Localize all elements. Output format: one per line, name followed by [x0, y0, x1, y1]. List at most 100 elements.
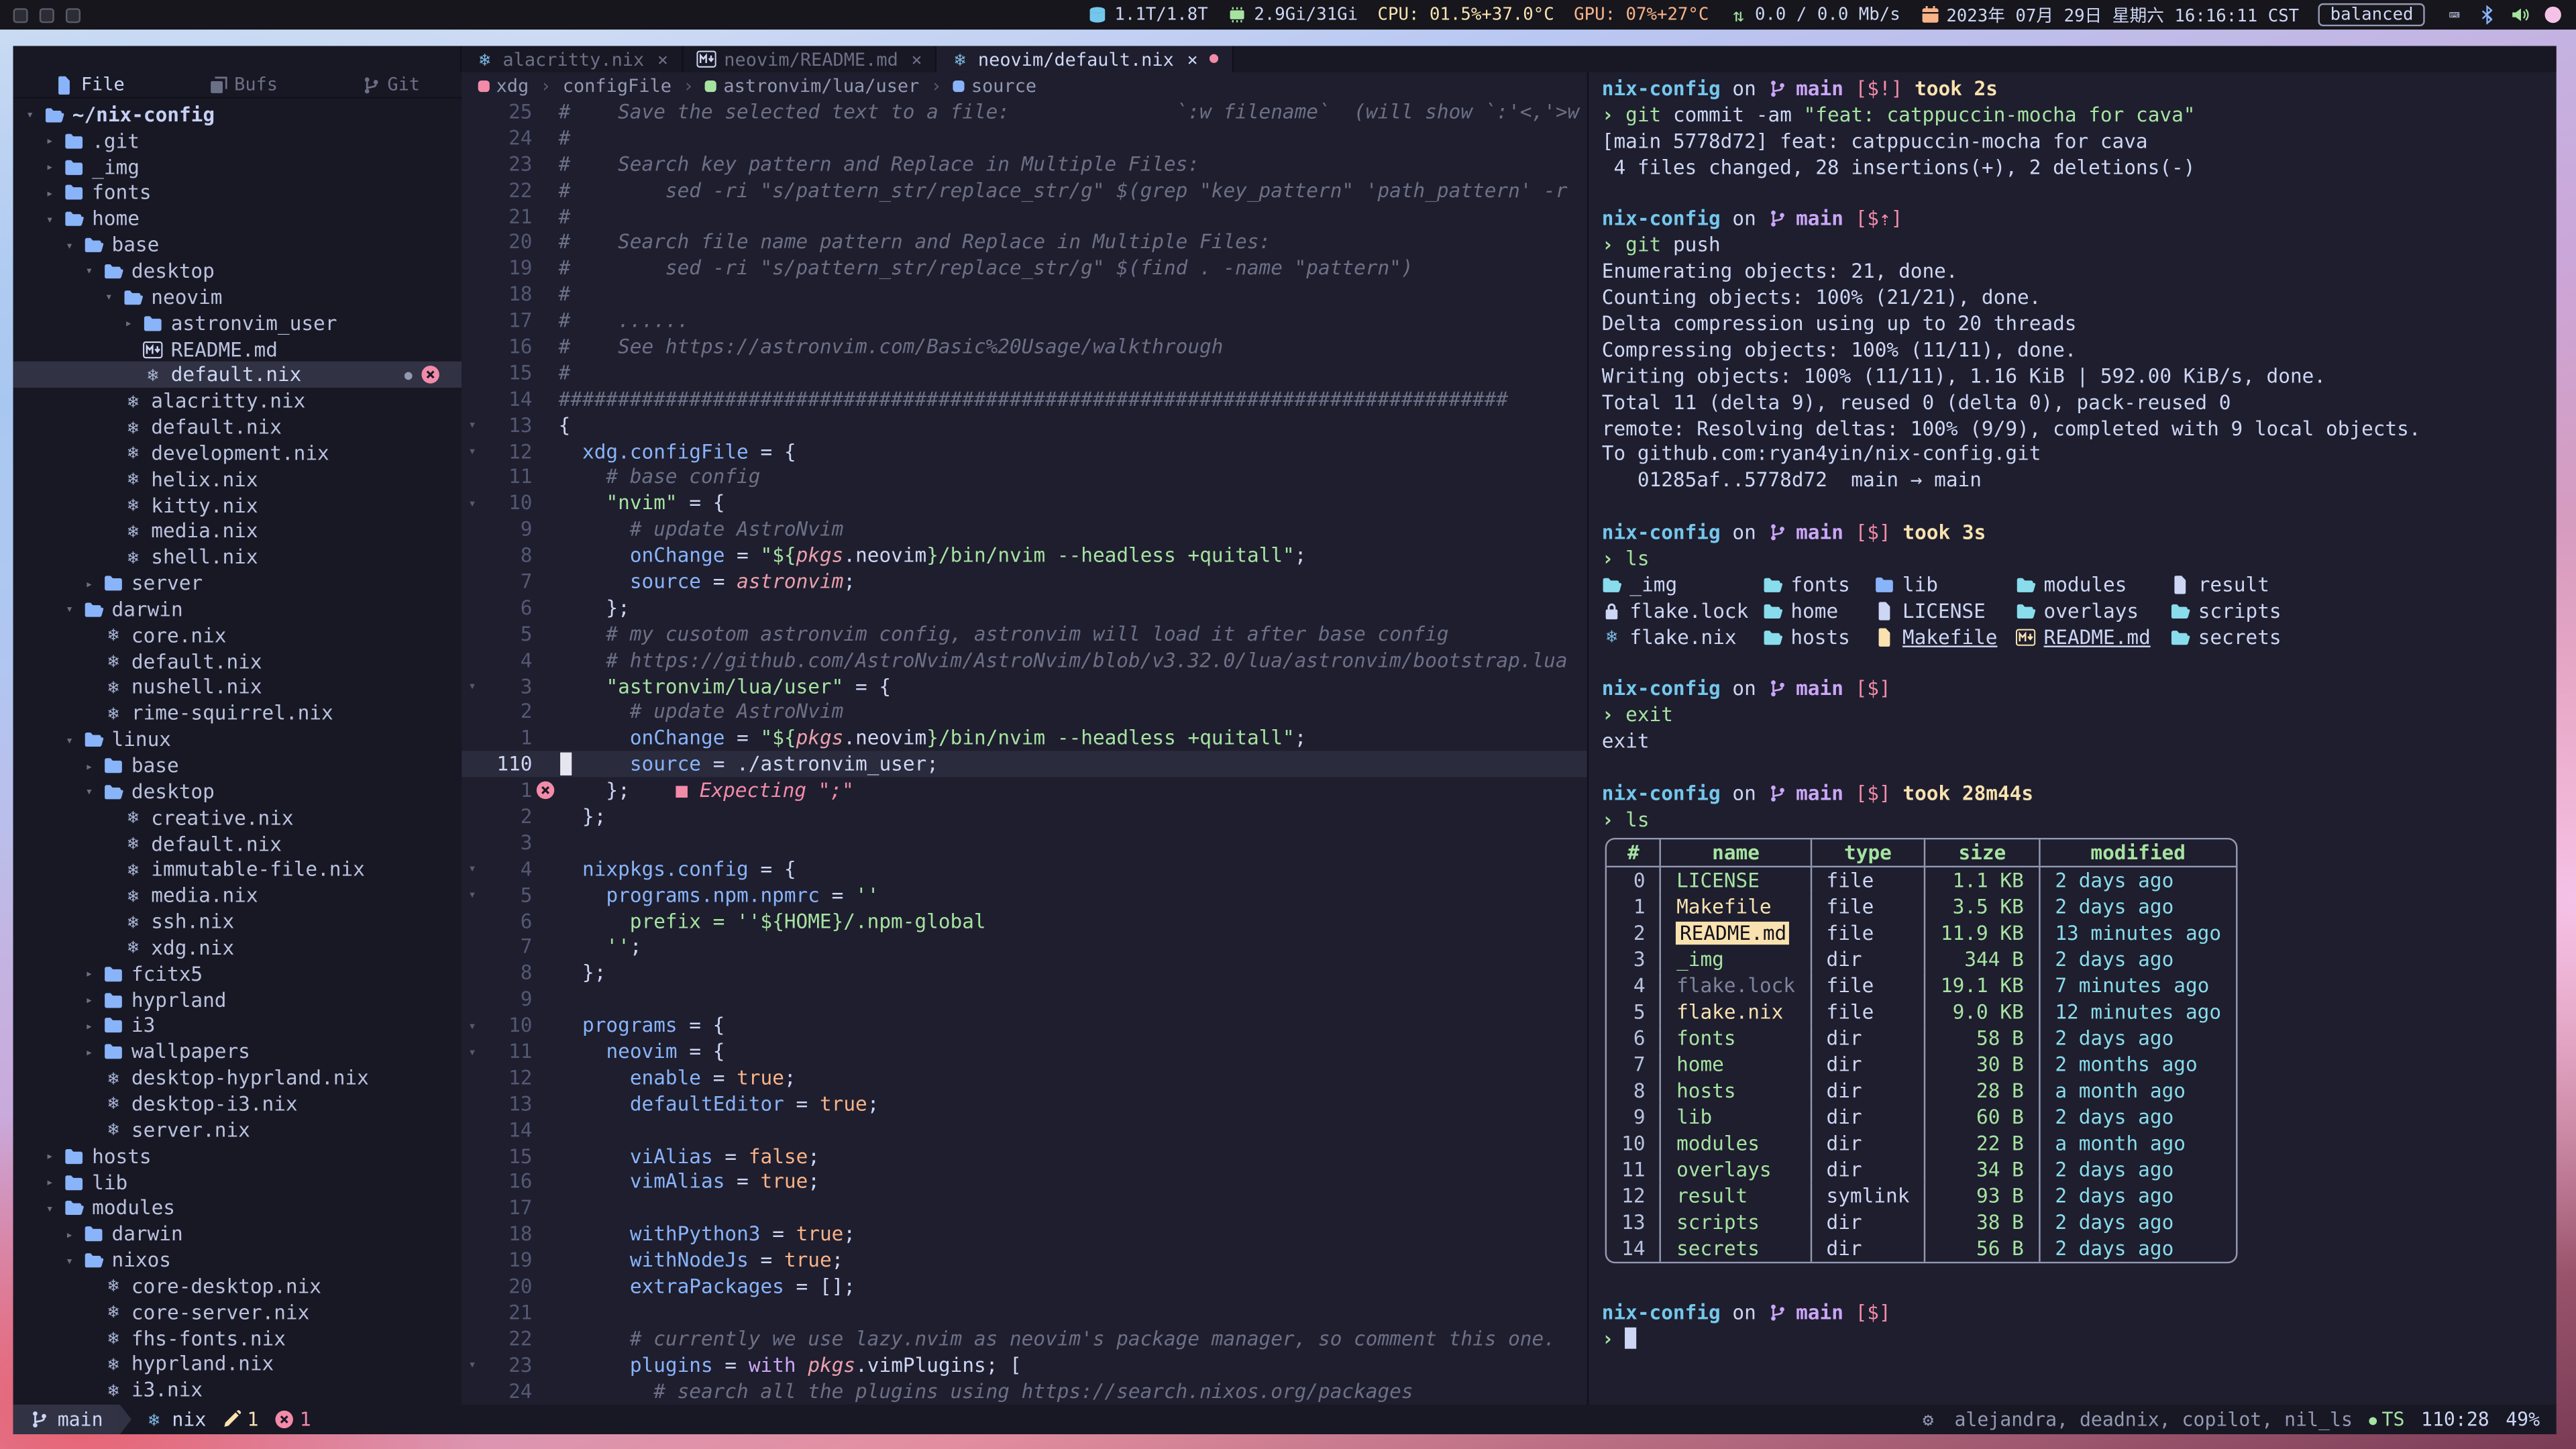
tree-item-xdg.nix[interactable]: ❄xdg.nix — [13, 934, 462, 961]
code-line[interactable]: 8 }; — [462, 960, 1587, 986]
code-line[interactable]: 14######################################… — [462, 386, 1587, 412]
close-icon[interactable]: × — [911, 48, 922, 70]
tree-item--img[interactable]: ▸_img — [13, 154, 462, 180]
tree-item-media.nix[interactable]: ❄media.nix — [13, 519, 462, 545]
code-line[interactable]: 20 extraPackages = []; — [462, 1273, 1587, 1299]
file-tree[interactable]: ▾~/nix-config▸.git▸_img▸fonts▾home▾base▾… — [13, 99, 462, 1405]
tree-tab-bufs[interactable]: Bufs — [208, 74, 278, 95]
tree-item-i3.nix[interactable]: ❄i3.nix — [13, 1377, 462, 1403]
window-button-workspace-3[interactable] — [66, 7, 80, 22]
tree-item-desktop-hyprland.nix[interactable]: ❄desktop-hyprland.nix — [13, 1065, 462, 1091]
tree-item-default.nix[interactable]: ❄default.nix — [13, 414, 462, 440]
tree-item-development.nix[interactable]: ❄development.nix — [13, 440, 462, 466]
code-line[interactable]: ▾12 xdg.configFile = { — [462, 438, 1587, 464]
tree-tab-git[interactable]: Git — [361, 74, 420, 95]
tree-item-server.nix[interactable]: ❄server.nix — [13, 1117, 462, 1143]
code-line[interactable]: 14 — [462, 1117, 1587, 1143]
code-line[interactable]: ▾5 programs.npm.npmrc = '' — [462, 881, 1587, 908]
tree-item-base[interactable]: ▾base — [13, 232, 462, 258]
chevron-right-icon[interactable]: ▸ — [46, 1148, 64, 1163]
tree-item-ssh.nix[interactable]: ❄ssh.nix — [13, 909, 462, 935]
code-line[interactable]: 4 # https://github.com/AstroNvim/AstroNv… — [462, 647, 1587, 673]
tree-item-nushell.nix[interactable]: ❄nushell.nix — [13, 674, 462, 700]
code-line[interactable]: ▾10 programs = { — [462, 1012, 1587, 1038]
code-line[interactable]: 13 defaultEditor = true; — [462, 1091, 1587, 1117]
code-line[interactable]: 24 # search all the plugins using https:… — [462, 1378, 1587, 1404]
power-profile[interactable]: balanced — [2319, 3, 2425, 26]
tree-item-default.nix[interactable]: ❄default.nix● — [13, 362, 462, 388]
git-branch-indicator[interactable]: main — [13, 1405, 119, 1434]
code-line[interactable]: 24# — [462, 125, 1587, 151]
tree-item-i3[interactable]: ▸i3 — [13, 1013, 462, 1039]
terminal-pane[interactable]: nix-config on main [$!] took 2s› git com… — [1587, 72, 2557, 1405]
chevron-down-icon[interactable]: ▾ — [105, 290, 123, 305]
code-line[interactable]: 1 onChange = "${pkgs.neovim}/bin/nvim --… — [462, 725, 1587, 751]
tree-item-astronvim-user[interactable]: ▸astronvim_user — [13, 310, 462, 336]
chevron-down-icon[interactable]: ▾ — [85, 264, 103, 278]
tree-item-darwin[interactable]: ▾darwin — [13, 596, 462, 623]
code-line[interactable]: ▾4 nixpkgs.config = { — [462, 855, 1587, 881]
tree-tab-file[interactable]: File — [55, 74, 125, 95]
code-line[interactable]: 5 # my cusotom astronvim config, astronv… — [462, 621, 1587, 647]
window-button-workspace-2[interactable] — [40, 7, 54, 22]
tree-item-readme.md[interactable]: README.md — [13, 336, 462, 362]
code-line[interactable]: 25# Save the selected text to a file: `:… — [462, 99, 1587, 125]
tree-item-darwin[interactable]: ▸darwin — [13, 1221, 462, 1247]
code-line[interactable]: 18# — [462, 281, 1587, 307]
tree-item---nix-config[interactable]: ▾~/nix-config — [13, 102, 462, 128]
tree-item-core.nix[interactable]: ❄core.nix — [13, 623, 462, 649]
tree-item-media.nix[interactable]: ❄media.nix — [13, 883, 462, 909]
tree-item-desktop-i3.nix[interactable]: ❄desktop-i3.nix — [13, 1091, 462, 1117]
fold-arrow-icon[interactable]: ▾ — [462, 417, 483, 432]
chevron-right-icon[interactable]: ▸ — [46, 186, 64, 201]
window-button-workspace-1[interactable] — [13, 7, 28, 22]
chevron-right-icon[interactable]: ▸ — [85, 967, 103, 981]
tree-item-immutable-file.nix[interactable]: ❄immutable-file.nix — [13, 857, 462, 883]
tree-item-helix.nix[interactable]: ❄helix.nix — [13, 466, 462, 492]
code-line[interactable]: ▾3 "astronvim/lua/user" = { — [462, 673, 1587, 699]
code-area[interactable]: 25# Save the selected text to a file: `:… — [462, 99, 1587, 1405]
chevron-down-icon[interactable]: ▾ — [46, 211, 64, 226]
tree-item-server[interactable]: ▸server — [13, 570, 462, 596]
code-line[interactable]: 17 — [462, 1195, 1587, 1221]
code-line[interactable]: ▾23 plugins = with pkgs.vimPlugins; [ — [462, 1352, 1587, 1378]
code-line[interactable]: 1 };■ Expecting ";" — [462, 777, 1587, 804]
fold-arrow-icon[interactable]: ▾ — [462, 443, 483, 458]
tree-item-home[interactable]: ▾home — [13, 206, 462, 232]
code-line[interactable]: 22 # currently we use lazy.nvim as neovi… — [462, 1326, 1587, 1352]
code-line[interactable]: 6 prefix = ''${HOME}/.npm-global — [462, 908, 1587, 934]
code-line[interactable]: 12 enable = true; — [462, 1065, 1587, 1091]
tree-item-creative.nix[interactable]: ❄creative.nix — [13, 804, 462, 830]
code-line[interactable]: 19# sed -ri "s/pattern_str/replace_str/g… — [462, 255, 1587, 281]
chevron-right-icon[interactable]: ▸ — [46, 133, 64, 148]
code-line[interactable]: 6 }; — [462, 594, 1587, 621]
chevron-down-icon[interactable]: ▾ — [85, 784, 103, 799]
code-line[interactable]: 9 # update AstroNvim — [462, 517, 1587, 543]
code-line[interactable]: 21 — [462, 1299, 1587, 1326]
chevron-right-icon[interactable]: ▸ — [46, 1175, 64, 1189]
chevron-right-icon[interactable]: ▸ — [46, 160, 64, 174]
tree-item-lib[interactable]: ▸lib — [13, 1169, 462, 1195]
close-icon[interactable]: × — [1187, 48, 1197, 70]
breadcrumb-segment[interactable]: xdg — [478, 74, 529, 96]
keyboard-icon[interactable]: ⌨ — [2445, 5, 2464, 24]
bluetooth-icon[interactable] — [2477, 5, 2497, 24]
chevron-right-icon[interactable]: ▸ — [85, 992, 103, 1007]
tree-item-default.nix[interactable]: ❄default.nix — [13, 649, 462, 675]
code-line[interactable]: 23# Search key pattern and Replace in Mu… — [462, 151, 1587, 177]
chevron-right-icon[interactable]: ▸ — [85, 1018, 103, 1033]
code-line[interactable]: 17# ...... — [462, 307, 1587, 333]
code-line[interactable]: 16# See https://astronvim.com/Basic%20Us… — [462, 333, 1587, 360]
code-line[interactable]: ▾13{ — [462, 412, 1587, 438]
code-line[interactable]: 2 # update AstroNvim — [462, 699, 1587, 725]
tree-item-base[interactable]: ▸base — [13, 753, 462, 779]
buffer-tab-neovim-readme.md[interactable]: neovim/README.md× — [683, 46, 937, 72]
breadcrumb-segment[interactable]: source — [953, 74, 1036, 96]
tree-item-nixos[interactable]: ▾nixos — [13, 1247, 462, 1273]
code-line[interactable]: 3 — [462, 830, 1587, 856]
chevron-down-icon[interactable]: ▾ — [66, 1252, 84, 1267]
chevron-right-icon[interactable]: ▸ — [85, 1044, 103, 1059]
tree-item-default.nix[interactable]: ❄default.nix — [13, 830, 462, 857]
code-line[interactable]: 22# sed -ri "s/pattern_str/replace_str/g… — [462, 177, 1587, 203]
chevron-right-icon[interactable]: ▸ — [125, 316, 143, 331]
